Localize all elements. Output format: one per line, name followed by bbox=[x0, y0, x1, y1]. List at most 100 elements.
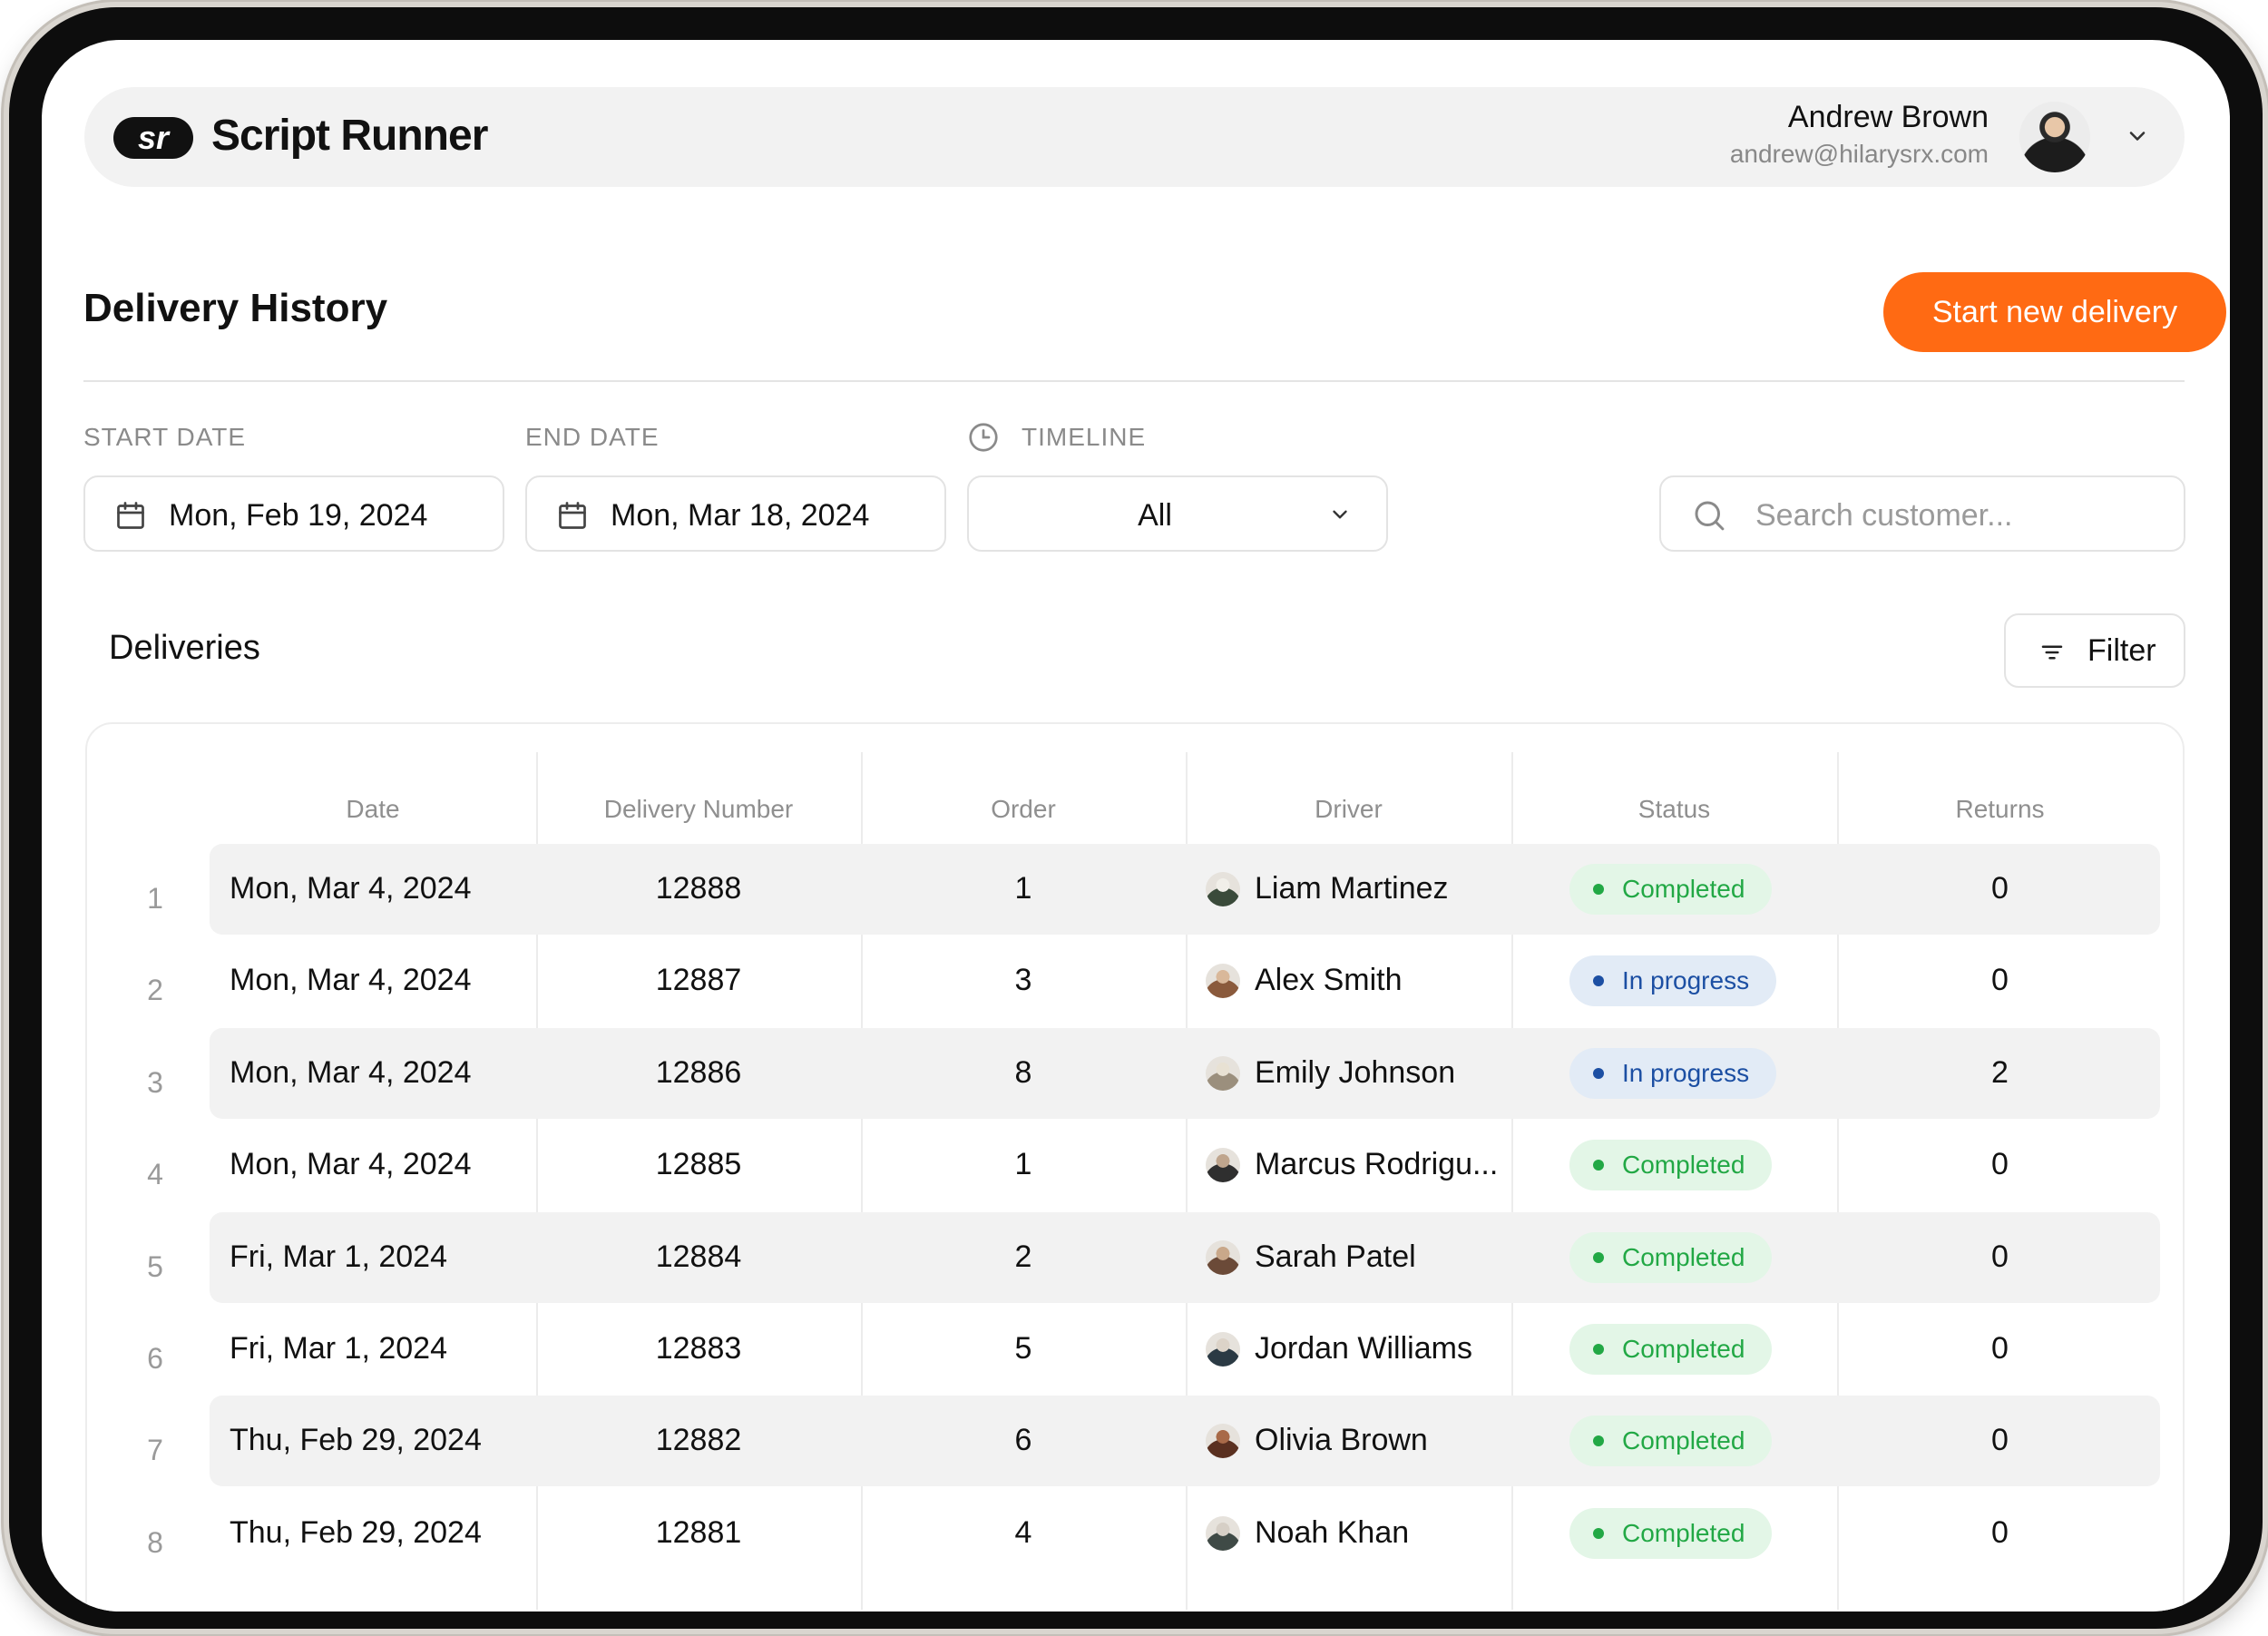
timeline-label: TIMELINE bbox=[1022, 423, 1147, 451]
column-header-date: Date bbox=[346, 795, 400, 823]
cell-returns: 0 bbox=[1991, 1331, 2009, 1366]
cell-driver: Olivia Brown bbox=[1255, 1423, 1428, 1457]
start-date-field[interactable]: Mon, Feb 19, 2024 bbox=[83, 475, 504, 552]
driver-avatar bbox=[1206, 872, 1240, 906]
filter-button[interactable]: Filter bbox=[2004, 613, 2185, 688]
cell-date: Thu, Feb 29, 2024 bbox=[230, 1423, 482, 1457]
search-placeholder: Search customer... bbox=[1755, 498, 2013, 533]
cell-driver: Liam Martinez bbox=[1255, 871, 1449, 906]
cell-date: Mon, Mar 4, 2024 bbox=[230, 1055, 472, 1090]
cell-returns: 0 bbox=[1991, 1239, 2009, 1274]
start-date-label: START DATE bbox=[83, 423, 247, 451]
row-index: 2 bbox=[147, 974, 163, 1006]
driver-avatar bbox=[1206, 1332, 1240, 1367]
cell-delivery-number: 12881 bbox=[655, 1515, 742, 1550]
user-name: Andrew Brown bbox=[1787, 100, 1989, 134]
cell-delivery-number: 12883 bbox=[655, 1331, 742, 1366]
row-index: 3 bbox=[147, 1066, 163, 1099]
cell-date: Thu, Feb 29, 2024 bbox=[230, 1515, 482, 1550]
cell-returns: 0 bbox=[1991, 1423, 2009, 1457]
cell-delivery-number: 12887 bbox=[655, 963, 742, 997]
calendar-icon bbox=[559, 502, 586, 529]
status-dot bbox=[1593, 1160, 1604, 1171]
row-index: 5 bbox=[147, 1250, 163, 1283]
page-title: Delivery History bbox=[83, 286, 388, 330]
cell-driver: Sarah Patel bbox=[1255, 1239, 1416, 1274]
timeline-value: All bbox=[1138, 498, 1172, 533]
cell-date: Mon, Mar 4, 2024 bbox=[230, 871, 472, 906]
deliveries-title: Deliveries bbox=[109, 629, 260, 667]
timeline-select[interactable]: All bbox=[967, 475, 1388, 552]
driver-avatar bbox=[1206, 1056, 1240, 1091]
status-label: Completed bbox=[1622, 875, 1745, 903]
row-index: 8 bbox=[147, 1526, 163, 1559]
status-badge: Completed bbox=[1569, 1416, 1773, 1466]
status-dot bbox=[1593, 1252, 1604, 1263]
cell-returns: 0 bbox=[1991, 1515, 2009, 1550]
status-badge: In progress bbox=[1569, 1048, 1777, 1099]
row-index: 7 bbox=[147, 1434, 163, 1466]
row-index: 1 bbox=[147, 882, 163, 915]
cell-delivery-number: 12884 bbox=[655, 1239, 742, 1274]
divider bbox=[83, 380, 2185, 382]
search-icon bbox=[1695, 501, 1725, 531]
cell-driver: Emily Johnson bbox=[1255, 1055, 1456, 1090]
status-dot bbox=[1593, 1435, 1604, 1446]
cell-order: 4 bbox=[1014, 1515, 1032, 1550]
logo-badge: sr bbox=[113, 117, 193, 159]
cell-driver: Marcus Rodrigu... bbox=[1255, 1147, 1499, 1181]
cell-returns: 0 bbox=[1991, 963, 2009, 997]
driver-avatar bbox=[1206, 1148, 1240, 1182]
status-label: Completed bbox=[1622, 1519, 1745, 1547]
driver-avatar bbox=[1206, 1516, 1240, 1551]
end-date-field[interactable]: Mon, Mar 18, 2024 bbox=[525, 475, 946, 552]
top-bar: sr Script Runner Andrew Brown andrew@hil… bbox=[84, 87, 2185, 187]
cell-returns: 0 bbox=[1991, 1147, 2009, 1181]
cell-date: Fri, Mar 1, 2024 bbox=[230, 1331, 447, 1366]
calendar-icon bbox=[117, 502, 144, 529]
cell-order: 1 bbox=[1014, 1147, 1032, 1181]
app-name: Script Runner bbox=[211, 112, 488, 160]
cell-driver: Noah Khan bbox=[1255, 1515, 1410, 1550]
status-badge: Completed bbox=[1569, 1232, 1773, 1283]
user-avatar[interactable] bbox=[2019, 102, 2090, 172]
status-dot bbox=[1593, 1344, 1604, 1355]
start-new-delivery-button[interactable]: Start new delivery bbox=[1883, 272, 2226, 352]
status-dot bbox=[1593, 975, 1604, 986]
user-email: andrew@hilarysrx.com bbox=[1729, 140, 1989, 168]
status-label: In progress bbox=[1622, 1059, 1750, 1087]
status-badge: Completed bbox=[1569, 1324, 1773, 1375]
status-label: Completed bbox=[1622, 1426, 1745, 1455]
cell-order: 5 bbox=[1014, 1331, 1032, 1366]
cell-order: 6 bbox=[1014, 1423, 1032, 1457]
search-input[interactable]: Search customer... bbox=[1659, 475, 2185, 552]
clock-icon bbox=[969, 423, 998, 452]
status-label: Completed bbox=[1622, 1243, 1745, 1271]
cell-order: 8 bbox=[1014, 1055, 1032, 1090]
cell-order: 2 bbox=[1014, 1239, 1032, 1274]
tablet-frame: sr Script Runner Andrew Brown andrew@hil… bbox=[9, 7, 2263, 1629]
cell-date: Mon, Mar 4, 2024 bbox=[230, 963, 472, 997]
status-label: In progress bbox=[1622, 966, 1750, 994]
cell-driver: Alex Smith bbox=[1255, 963, 1403, 997]
status-dot bbox=[1593, 1528, 1604, 1539]
chevron-down-icon[interactable] bbox=[2125, 123, 2150, 149]
status-badge: In progress bbox=[1569, 955, 1777, 1006]
status-label: Completed bbox=[1622, 1335, 1745, 1363]
status-dot bbox=[1593, 1068, 1604, 1079]
end-date-value: Mon, Mar 18, 2024 bbox=[611, 498, 870, 533]
filter-lines-icon bbox=[2041, 645, 2063, 660]
row-index: 4 bbox=[147, 1158, 163, 1190]
cell-delivery-number: 12885 bbox=[655, 1147, 742, 1181]
start-date-value: Mon, Feb 19, 2024 bbox=[169, 498, 428, 533]
chevron-down-icon bbox=[1333, 510, 1347, 519]
column-header-returns: Returns bbox=[1955, 795, 2045, 823]
driver-avatar bbox=[1206, 1424, 1240, 1458]
driver-avatar bbox=[1206, 1240, 1240, 1275]
cell-date: Mon, Mar 4, 2024 bbox=[230, 1147, 472, 1181]
cell-delivery-number: 12886 bbox=[655, 1055, 742, 1090]
app-screen: sr Script Runner Andrew Brown andrew@hil… bbox=[42, 40, 2230, 1612]
cell-date: Fri, Mar 1, 2024 bbox=[230, 1239, 447, 1274]
driver-avatar bbox=[1206, 964, 1240, 998]
filter-label: Filter bbox=[2087, 633, 2156, 668]
